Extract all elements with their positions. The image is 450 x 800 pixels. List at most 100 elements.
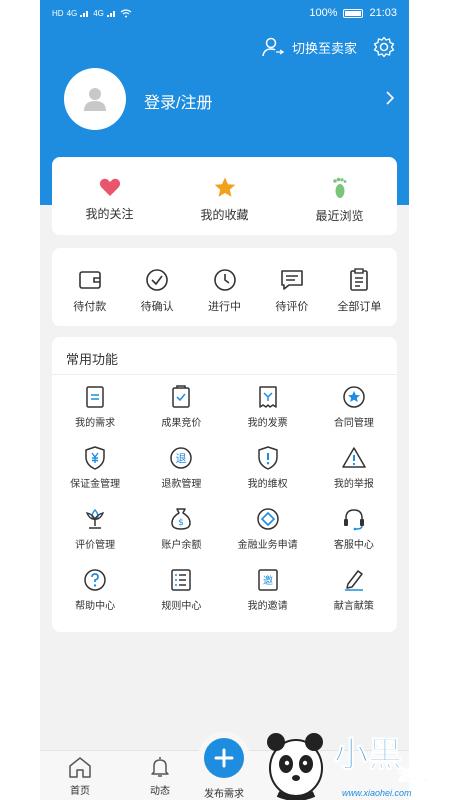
- publish-button[interactable]: [198, 732, 250, 784]
- order-pending-confirm[interactable]: 待确认: [123, 248, 190, 326]
- function-label: 成果竞价: [161, 418, 202, 429]
- status-right: 100% 21:03: [309, 7, 397, 19]
- quick-link-label: 我的收藏: [200, 208, 249, 222]
- order-pending-review[interactable]: 待评价: [258, 248, 325, 326]
- function-my-invoice[interactable]: 我的发票: [225, 385, 311, 446]
- divider: [52, 374, 397, 375]
- function-my-requirements[interactable]: 我的需求: [52, 385, 138, 446]
- order-in-progress[interactable]: 进行中: [191, 248, 258, 326]
- function-deposit-management[interactable]: 保证金管理: [52, 446, 138, 507]
- diamond-icon: [256, 508, 279, 530]
- gear-icon[interactable]: [373, 36, 395, 58]
- refund-icon: 退: [170, 447, 193, 469]
- function-label: 客服中心: [333, 540, 374, 551]
- order-label: 待评价: [275, 301, 309, 313]
- quick-link-follow[interactable]: 我的关注: [52, 157, 167, 235]
- function-label: 保证金管理: [70, 479, 121, 490]
- star-icon: [214, 177, 235, 197]
- quick-link-label: 最近浏览: [315, 209, 364, 223]
- function-my-report[interactable]: 我的举报: [311, 446, 397, 507]
- svg-text:$: $: [179, 518, 185, 528]
- function-help-center[interactable]: 帮助中心: [52, 568, 138, 629]
- quick-links-card: 我的关注 我的收藏 最近浏览: [52, 157, 397, 235]
- function-label: 我的维权: [247, 479, 288, 490]
- headset-icon: [343, 509, 364, 531]
- svg-text:游戏: 游戏: [398, 766, 428, 784]
- function-result-bidding[interactable]: 成果竞价: [138, 385, 224, 446]
- footprint-icon: [332, 177, 346, 198]
- hd-indicator: HD: [52, 8, 64, 18]
- order-label: 进行中: [208, 301, 242, 313]
- phone-screen: HD 4G 4G 100% 21:03 切换至卖家 登录/注册 我的关注 我的收…: [40, 0, 409, 800]
- function-refund-management[interactable]: 退 退款管理: [138, 446, 224, 507]
- status-bar: HD 4G 4G 100% 21:03: [40, 0, 409, 26]
- flower-icon: [85, 509, 105, 529]
- money-bag-icon: $: [171, 508, 192, 530]
- signal-indicators: HD 4G 4G: [52, 9, 132, 18]
- function-label: 合同管理: [333, 418, 374, 429]
- contract-star-icon: [343, 386, 365, 408]
- warning-triangle-icon: [342, 447, 366, 468]
- quick-link-label: 我的关注: [85, 207, 134, 221]
- svg-text:小黑: 小黑: [334, 735, 402, 775]
- avatar[interactable]: [64, 68, 126, 130]
- function-label: 我的发票: [247, 418, 288, 429]
- function-label: 规则中心: [161, 601, 202, 612]
- quick-link-favorites[interactable]: 我的收藏: [167, 157, 282, 235]
- wifi-icon: [120, 8, 132, 17]
- order-label: 待确认: [140, 301, 174, 313]
- user-placeholder-icon: [84, 88, 106, 111]
- login-register-link[interactable]: 登录/注册: [144, 89, 212, 113]
- help-circle-icon: [84, 569, 106, 591]
- function-suggestions[interactable]: 献言献策: [311, 568, 397, 629]
- function-label: 账户余额: [161, 540, 202, 551]
- check-circle-icon: [146, 269, 168, 291]
- network-indicator-1: 4G: [66, 8, 78, 18]
- tab-home[interactable]: 首页: [40, 751, 120, 800]
- clipboard-icon: [350, 268, 369, 291]
- battery-icon: [343, 8, 364, 18]
- svg-text:退: 退: [176, 452, 187, 465]
- signal-icon: [80, 11, 89, 17]
- tab-label: 动态: [150, 786, 170, 797]
- function-account-balance[interactable]: $ 账户余额: [138, 507, 224, 568]
- order-pending-payment[interactable]: 待付款: [56, 248, 123, 326]
- battery-percent: 100%: [309, 7, 338, 19]
- chevron-right-icon[interactable]: [385, 90, 395, 106]
- user-switch-icon: [262, 37, 284, 57]
- home-icon: [69, 757, 91, 778]
- function-review-management[interactable]: 评价管理: [52, 507, 138, 568]
- function-rules-center[interactable]: 规则中心: [138, 568, 224, 629]
- function-label: 退款管理: [161, 479, 202, 490]
- watermark-url: www.xiaohei.com: [342, 788, 412, 798]
- list-icon: [171, 569, 192, 591]
- checklist-icon: [172, 385, 191, 408]
- tab-activity[interactable]: 动态: [120, 751, 200, 800]
- quick-link-history[interactable]: 最近浏览: [282, 157, 397, 235]
- clock-time: 21:03: [369, 7, 397, 19]
- function-label: 帮助中心: [75, 601, 116, 612]
- document-icon: [86, 386, 104, 408]
- function-contract-management[interactable]: 合同管理: [311, 385, 397, 446]
- publish-label: 发布需求: [204, 789, 244, 800]
- function-my-rights[interactable]: 我的维权: [225, 446, 311, 507]
- function-label: 献言献策: [333, 601, 374, 612]
- common-functions-card: 常用功能 我的需求 成果竞价 我的发票 合同管理 保证金管理 退 退款管理 我的…: [52, 337, 397, 632]
- function-my-invitation[interactable]: 邀 我的邀请: [225, 568, 311, 629]
- order-all[interactable]: 全部订单: [326, 248, 393, 326]
- wallet-icon: [78, 271, 101, 289]
- function-customer-service[interactable]: 客服中心: [311, 507, 397, 568]
- yen-shield-icon: [85, 446, 105, 470]
- orders-card: 待付款 待确认 进行中 待评价 全部订单: [52, 248, 397, 326]
- function-label: 评价管理: [75, 540, 116, 551]
- tab-label: 首页: [70, 786, 90, 797]
- function-finance-application[interactable]: 金融业务申请: [225, 507, 311, 568]
- invite-icon: 邀: [257, 569, 278, 591]
- switch-seller-button[interactable]: 切换至卖家: [262, 36, 395, 58]
- network-indicator-2: 4G: [93, 8, 104, 18]
- pen-icon: [344, 570, 363, 591]
- order-label: 待付款: [73, 301, 107, 313]
- signal-icon: [106, 11, 115, 17]
- switch-seller-label: 切换至卖家: [291, 40, 357, 56]
- function-label: 金融业务申请: [237, 540, 298, 551]
